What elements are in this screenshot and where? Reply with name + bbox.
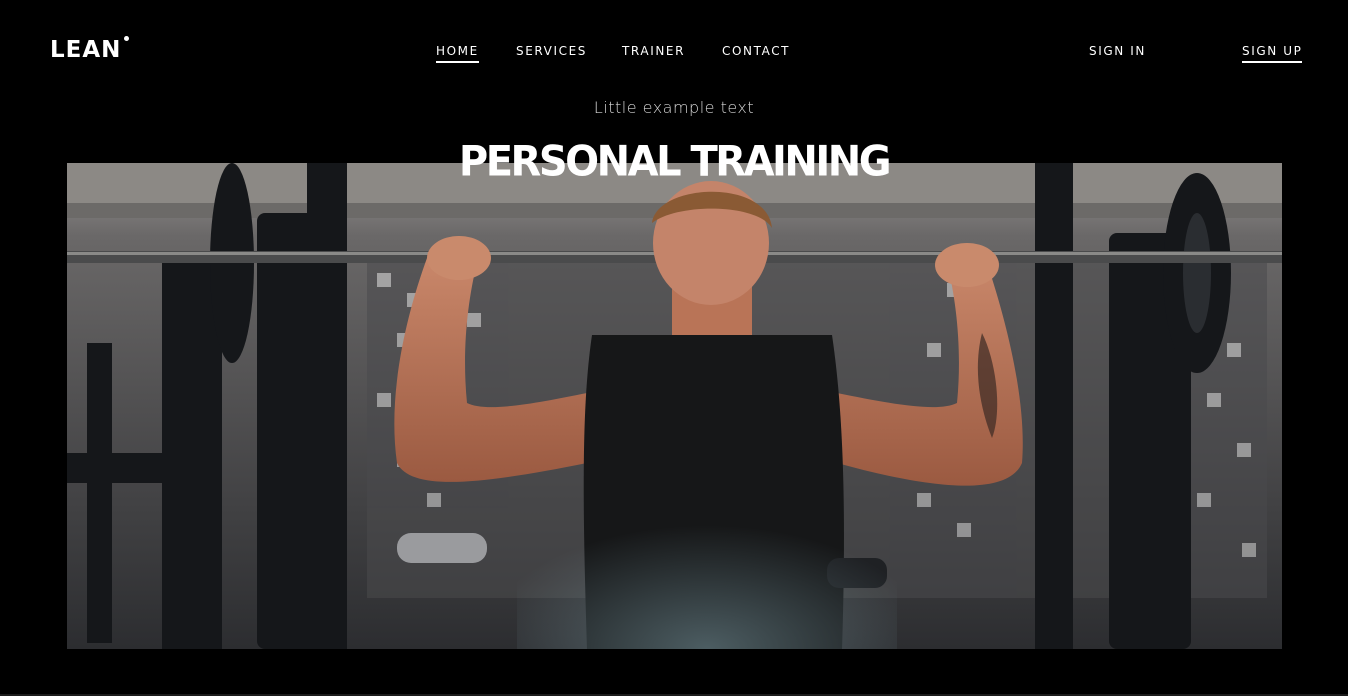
- nav-contact[interactable]: CONTACT: [722, 44, 790, 61]
- brand-logo[interactable]: LEAN: [50, 36, 121, 64]
- page: LEAN HOME SERVICES TRAINER CONTACT SIGN …: [0, 0, 1348, 696]
- sign-in-link[interactable]: SIGN IN: [1089, 44, 1146, 61]
- hero-subtitle: Little example text: [593, 98, 755, 117]
- sign-up-link[interactable]: SIGN UP: [1242, 44, 1303, 63]
- nav-trainer[interactable]: TRAINER: [622, 44, 685, 61]
- hero-image: [67, 163, 1282, 649]
- nav-services[interactable]: SERVICES: [516, 44, 587, 61]
- hero-title: PERSONAL TRAINING: [458, 137, 892, 187]
- nav-home[interactable]: HOME: [436, 44, 479, 63]
- gym-photo-illustration: [67, 163, 1282, 649]
- logo-dot-icon: [124, 36, 129, 41]
